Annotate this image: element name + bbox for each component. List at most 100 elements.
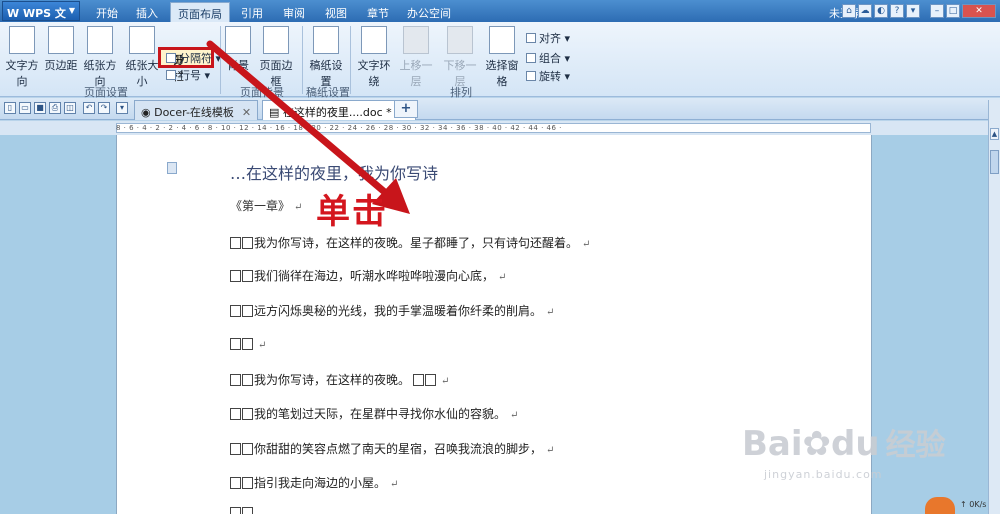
return-mark-icon: ↵ <box>441 376 450 387</box>
menu-office-space[interactable]: 办公空间 <box>400 0 458 22</box>
selection-pane-icon <box>489 26 515 54</box>
document-tab-bar: ▯ ▭ ■ ⎙ ◫ ↶ ↷ ▾ ◉ Docer-在线模板 ✕ ▤ 在这样的夜里..… <box>0 98 1000 120</box>
chevron-down-icon: ▼ <box>68 6 75 15</box>
align-button[interactable]: 对齐 ▾ <box>526 30 570 46</box>
manuscript-icon <box>313 26 339 54</box>
group-button[interactable]: 组合 ▾ <box>526 50 570 66</box>
text-wrap-button[interactable]: 文字环绕 <box>354 26 394 89</box>
send-backward-icon <box>447 26 473 54</box>
return-mark-icon: ↵ <box>582 239 591 250</box>
divider <box>220 26 221 94</box>
speed-widget[interactable] <box>925 497 955 514</box>
customize-icon[interactable]: ▾ <box>116 102 128 114</box>
missing-glyph-icon <box>242 374 253 386</box>
paragraph[interactable]: 我们徜徉在海边，听潮水哗啦哗啦漫向心底， ↵ <box>230 267 506 284</box>
bring-forward-icon <box>403 26 429 54</box>
paragraph[interactable]: 远方闪烁奥秘的光线，我的手掌温暖着你纤柔的削肩。 ↵ <box>230 302 554 319</box>
paragraph[interactable] <box>230 506 254 514</box>
scroll-up-icon[interactable]: ▲ <box>990 128 999 140</box>
dropdown-icon[interactable]: ▾ <box>906 4 920 18</box>
missing-glyph-icon <box>230 270 241 282</box>
background-button[interactable]: 背景 <box>224 26 252 73</box>
missing-glyph-icon <box>242 305 253 317</box>
new-doc-icon[interactable]: ▯ <box>4 102 16 114</box>
vertical-scrollbar[interactable]: ▲ <box>988 100 1000 514</box>
paragraph-marker-icon[interactable] <box>167 162 177 174</box>
rotate-icon <box>526 71 536 81</box>
missing-glyph-icon <box>230 408 241 420</box>
open-icon[interactable]: ▭ <box>19 102 31 114</box>
line-numbers-icon <box>166 70 176 80</box>
document-icon: ▤ <box>269 106 283 119</box>
home-icon[interactable]: ⌂ <box>842 4 856 18</box>
margins-icon <box>48 26 74 54</box>
paragraph[interactable]: 指引我走向海边的小屋。 ↵ <box>230 474 398 491</box>
missing-glyph-icon <box>230 374 241 386</box>
paragraph[interactable]: 我的笔划过天际，在星群中寻找你水仙的容貌。 ↵ <box>230 405 518 422</box>
menu-page-layout[interactable]: 页面布局 <box>170 2 230 22</box>
missing-glyph-icon <box>242 237 253 249</box>
send-backward-button[interactable]: 下移一层 <box>440 26 480 89</box>
menu-chapters[interactable]: 章节 <box>358 0 398 22</box>
save-icon[interactable]: ■ <box>34 102 46 114</box>
manuscript-button[interactable]: 稿纸设置 <box>306 26 346 89</box>
minimize-icon[interactable]: – <box>930 4 944 18</box>
return-mark-icon: ↵ <box>498 272 507 283</box>
margins-button[interactable]: 页边距 <box>44 26 78 73</box>
missing-glyph-icon <box>230 237 241 249</box>
tab-docer-templates[interactable]: ◉ Docer-在线模板 ✕ <box>134 100 259 120</box>
breaks-button[interactable]: 分隔符 ▾ <box>166 50 221 66</box>
close-icon[interactable]: ✕ <box>242 106 251 119</box>
menu-review[interactable]: 审阅 <box>274 0 314 22</box>
paragraph[interactable]: ↵ <box>230 337 266 351</box>
divider <box>350 26 351 94</box>
help-icon[interactable]: ? <box>890 4 904 18</box>
menu-insert[interactable]: 插入 <box>128 0 166 22</box>
paragraph[interactable]: 我为你写诗，在这样的夜晚。 ↵ <box>230 371 449 388</box>
preview-icon[interactable]: ◫ <box>64 102 76 114</box>
paper-size-button[interactable]: 纸张大小 <box>122 26 162 89</box>
missing-glyph-icon <box>230 338 241 350</box>
return-mark-icon: ↵ <box>294 202 303 213</box>
cloud-icon[interactable]: ☁ <box>858 4 872 18</box>
missing-glyph-icon <box>242 408 253 420</box>
print-icon[interactable]: ⎙ <box>49 102 61 114</box>
background-icon <box>225 26 251 54</box>
selection-pane-button[interactable]: 选择窗格 <box>482 26 522 89</box>
missing-glyph-icon <box>230 507 241 514</box>
maximize-icon[interactable]: □ <box>946 4 960 18</box>
orientation-button[interactable]: 纸张方向 <box>80 26 120 89</box>
page-border-button[interactable]: 页面边框 <box>256 26 296 89</box>
scroll-thumb[interactable] <box>990 150 999 174</box>
document-heading[interactable]: …在这样的夜里，我为你写诗 <box>230 160 438 184</box>
menu-references[interactable]: 引用 <box>232 0 272 22</box>
missing-glyph-icon <box>230 443 241 455</box>
undo-icon[interactable]: ↶ <box>83 102 95 114</box>
bring-forward-button[interactable]: 上移一层 <box>396 26 436 89</box>
missing-glyph-icon <box>230 477 241 489</box>
skin-icon[interactable]: ◐ <box>874 4 888 18</box>
close-icon[interactable]: ✕ <box>962 4 996 18</box>
missing-glyph-icon <box>425 374 437 386</box>
text-direction-button[interactable]: 文字方向 <box>4 26 40 89</box>
menu-view[interactable]: 视图 <box>316 0 356 22</box>
missing-glyph-icon <box>242 270 253 282</box>
tab-current-document[interactable]: ▤ 在这样的夜里....doc *✕ <box>262 100 416 120</box>
paragraph[interactable]: 我为你写诗，在这样的夜晚。星子都睡了，只有诗句还醒着。 ↵ <box>230 234 590 251</box>
horizontal-ruler[interactable]: 8 · 6 · 4 · 2 · 2 · 4 · 6 · 8 · 10 · 12 … <box>0 121 1000 135</box>
title-bar: W WPS 文字▼ 开始 插入 页面布局 引用 审阅 视图 章节 办公空间 未登… <box>0 0 1000 36</box>
ruler-ticks: 8 · 6 · 4 · 2 · 2 · 4 · 6 · 8 · 10 · 12 … <box>116 124 562 132</box>
redo-icon[interactable]: ↷ <box>98 102 110 114</box>
add-tab-button[interactable]: + <box>394 100 418 118</box>
menu-home[interactable]: 开始 <box>88 0 126 22</box>
paragraph[interactable]: 你甜甜的笑容点燃了南天的星宿，召唤我流浪的脚步， ↵ <box>230 440 554 457</box>
chapter-heading[interactable]: 《第一章》 ↵ <box>230 197 302 214</box>
app-menu-button[interactable]: W WPS 文字▼ <box>2 1 80 36</box>
return-mark-icon: ↵ <box>546 445 555 456</box>
baidu-watermark: Bai✿du 经验 jingyan.baidu.com <box>742 424 946 481</box>
missing-glyph-icon <box>242 477 253 489</box>
paper-size-icon <box>129 26 155 54</box>
line-numbers-button[interactable]: 行号 ▾ <box>166 67 210 83</box>
text-direction-icon <box>9 26 35 54</box>
rotate-button[interactable]: 旋转 ▾ <box>526 68 570 84</box>
